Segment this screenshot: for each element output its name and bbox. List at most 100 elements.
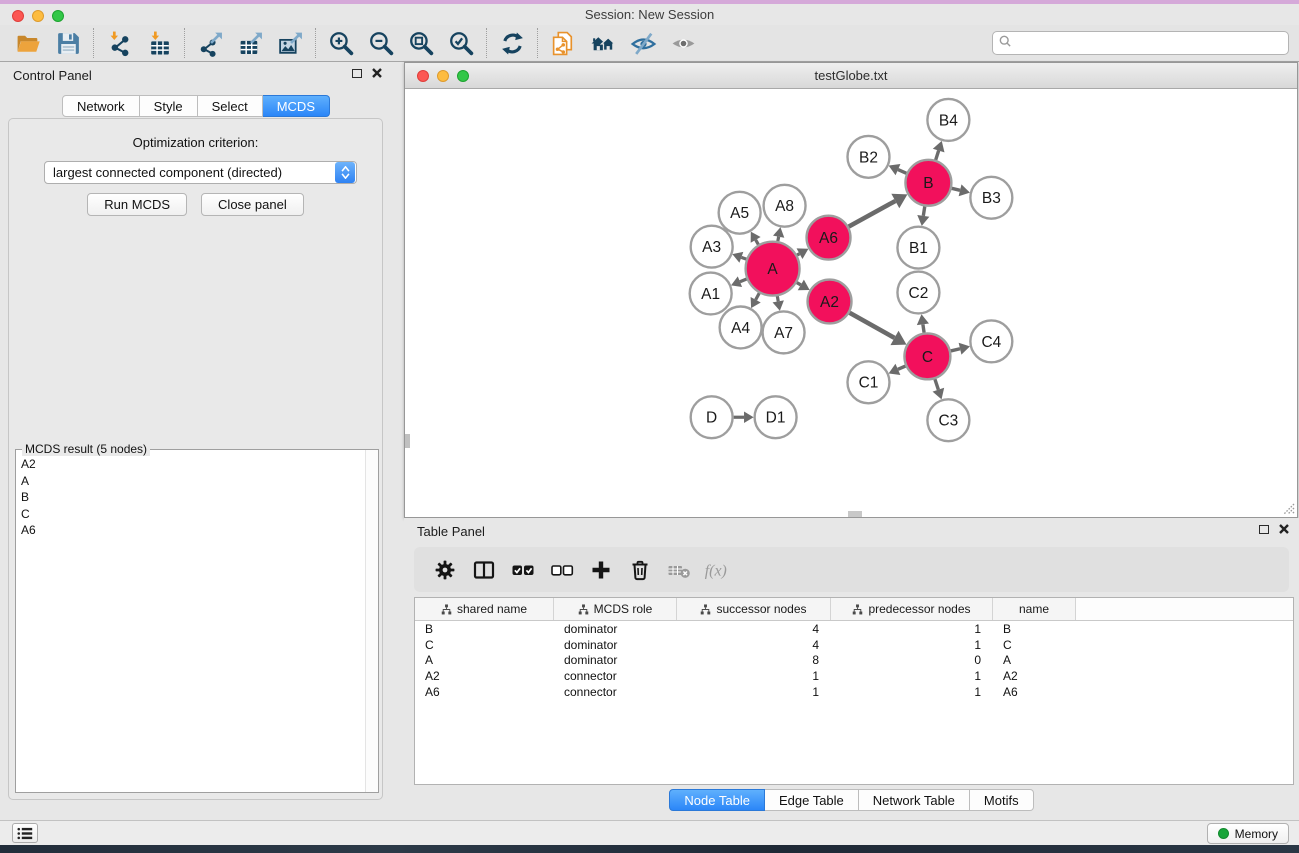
mcds-result-item[interactable]: B [17, 489, 364, 506]
cell[interactable]: dominator [554, 638, 677, 652]
edge-C-C4[interactable] [951, 343, 970, 355]
node-C3[interactable]: C3 [927, 399, 969, 441]
column-header-MCDS-role[interactable]: MCDS role [554, 598, 677, 620]
cell[interactable]: A [993, 653, 1076, 667]
node-A6[interactable]: A6 [807, 216, 851, 260]
node-B3[interactable]: B3 [970, 177, 1012, 219]
cell[interactable]: 8 [677, 653, 831, 667]
cell[interactable]: A [415, 653, 554, 667]
split-view-icon[interactable] [469, 554, 499, 586]
zoom-fit-icon[interactable] [401, 27, 441, 59]
hide-eye-icon[interactable] [623, 27, 663, 59]
edge-C-C2[interactable] [917, 314, 929, 332]
edge-B-B2[interactable] [889, 164, 907, 175]
cell[interactable]: connector [554, 669, 677, 683]
select-all-checkboxes-icon[interactable] [508, 554, 538, 586]
edge-B-B4[interactable] [933, 141, 945, 160]
edge-A-A4[interactable] [751, 293, 761, 308]
save-session-icon[interactable] [48, 27, 88, 59]
cell[interactable]: 1 [831, 638, 993, 652]
export-image-icon[interactable] [270, 27, 310, 59]
tab-select[interactable]: Select [198, 95, 263, 117]
cell[interactable]: 0 [831, 653, 993, 667]
edge-A6-B[interactable] [849, 194, 908, 227]
table-row-C[interactable]: Cdominator41C [415, 637, 1293, 653]
search-input[interactable] [1012, 33, 1288, 53]
delete-column-icon[interactable] [625, 554, 655, 586]
table-row-A2[interactable]: A2connector11A2 [415, 668, 1293, 684]
node-B1[interactable]: B1 [897, 227, 939, 269]
cell[interactable]: C [415, 638, 554, 652]
import-table-icon[interactable] [139, 27, 179, 59]
node-C[interactable]: C [904, 333, 950, 379]
mcds-result-item[interactable]: A [17, 473, 364, 490]
cell[interactable]: connector [554, 685, 677, 699]
edge-A2-C[interactable] [850, 313, 907, 345]
table-row-A6[interactable]: A6connector11A6 [415, 684, 1293, 700]
export-network-icon[interactable] [190, 27, 230, 59]
search-box[interactable] [992, 31, 1289, 55]
import-network-icon[interactable] [99, 27, 139, 59]
edge-B-B3[interactable] [952, 184, 970, 196]
column-header-successor-nodes[interactable]: successor nodes [677, 598, 831, 620]
export-table-icon[interactable] [230, 27, 270, 59]
tab-edge-table[interactable]: Edge Table [765, 789, 859, 811]
cell[interactable]: 4 [677, 638, 831, 652]
close-table-panel-icon[interactable] [1279, 524, 1289, 534]
float-panel-icon[interactable] [352, 69, 362, 78]
task-history-button[interactable] [12, 823, 38, 843]
zoom-out-icon[interactable] [361, 27, 401, 59]
node-C4[interactable]: C4 [970, 320, 1012, 362]
column-header-predecessor-nodes[interactable]: predecessor nodes [831, 598, 993, 620]
cell[interactable]: C [993, 638, 1076, 652]
cell[interactable]: B [415, 622, 554, 636]
mcds-list-scrollbar[interactable] [365, 450, 378, 792]
edge-A-A5[interactable] [751, 232, 761, 245]
node-C1[interactable]: C1 [848, 361, 890, 403]
cell[interactable]: A6 [415, 685, 554, 699]
optimization-criterion-dropdown[interactable]: largest connected component (directed) [44, 161, 357, 184]
tab-motifs[interactable]: Motifs [970, 789, 1034, 811]
node-D1[interactable]: D1 [755, 396, 797, 438]
edge-A-A2[interactable] [797, 280, 810, 291]
cell[interactable]: 1 [831, 669, 993, 683]
tab-style[interactable]: Style [140, 95, 198, 117]
edge-C-C3[interactable] [933, 379, 945, 399]
cell[interactable]: dominator [554, 622, 677, 636]
close-panel-icon[interactable] [372, 68, 382, 78]
resize-grip[interactable] [1281, 501, 1295, 515]
node-A5[interactable]: A5 [719, 192, 761, 234]
node-B4[interactable]: B4 [927, 99, 969, 141]
edge-A-A8[interactable] [773, 227, 784, 241]
edge-B-B1[interactable] [917, 206, 929, 225]
network-graph[interactable]: B4B2BB3A8A5A6A3B1AC2A1A2A4A7C4CC1DD1C3 [405, 89, 1297, 517]
node-A7[interactable]: A7 [763, 311, 805, 353]
open-file-icon[interactable] [8, 27, 48, 59]
column-header-name[interactable]: name [993, 598, 1076, 620]
cell[interactable]: 1 [831, 685, 993, 699]
column-header-shared-name[interactable]: shared name [415, 598, 554, 620]
node-A2[interactable]: A2 [808, 280, 852, 324]
mcds-result-item[interactable]: A2 [17, 456, 364, 473]
node-A3[interactable]: A3 [691, 226, 733, 268]
mcds-result-item[interactable]: A6 [17, 522, 364, 539]
cell[interactable]: 4 [677, 622, 831, 636]
edge-C-C1[interactable] [889, 364, 906, 375]
node-C2[interactable]: C2 [897, 272, 939, 314]
edge-D-D1[interactable] [734, 411, 754, 422]
cell[interactable]: B [993, 622, 1076, 636]
node-A[interactable]: A [746, 242, 800, 296]
tab-network-table[interactable]: Network Table [859, 789, 970, 811]
tab-node-table[interactable]: Node Table [669, 789, 765, 811]
node-A8[interactable]: A8 [764, 185, 806, 227]
mcds-result-item[interactable]: C [17, 506, 364, 523]
cell[interactable]: 1 [677, 685, 831, 699]
close-panel-button[interactable]: Close panel [201, 193, 304, 216]
cell[interactable]: 1 [677, 669, 831, 683]
home-icon[interactable] [583, 27, 623, 59]
edge-A-A7[interactable] [773, 296, 784, 311]
memory-button[interactable]: Memory [1207, 823, 1289, 844]
tab-network[interactable]: Network [62, 95, 140, 117]
cell[interactable]: A2 [415, 669, 554, 683]
duplicate-network-icon[interactable] [543, 27, 583, 59]
